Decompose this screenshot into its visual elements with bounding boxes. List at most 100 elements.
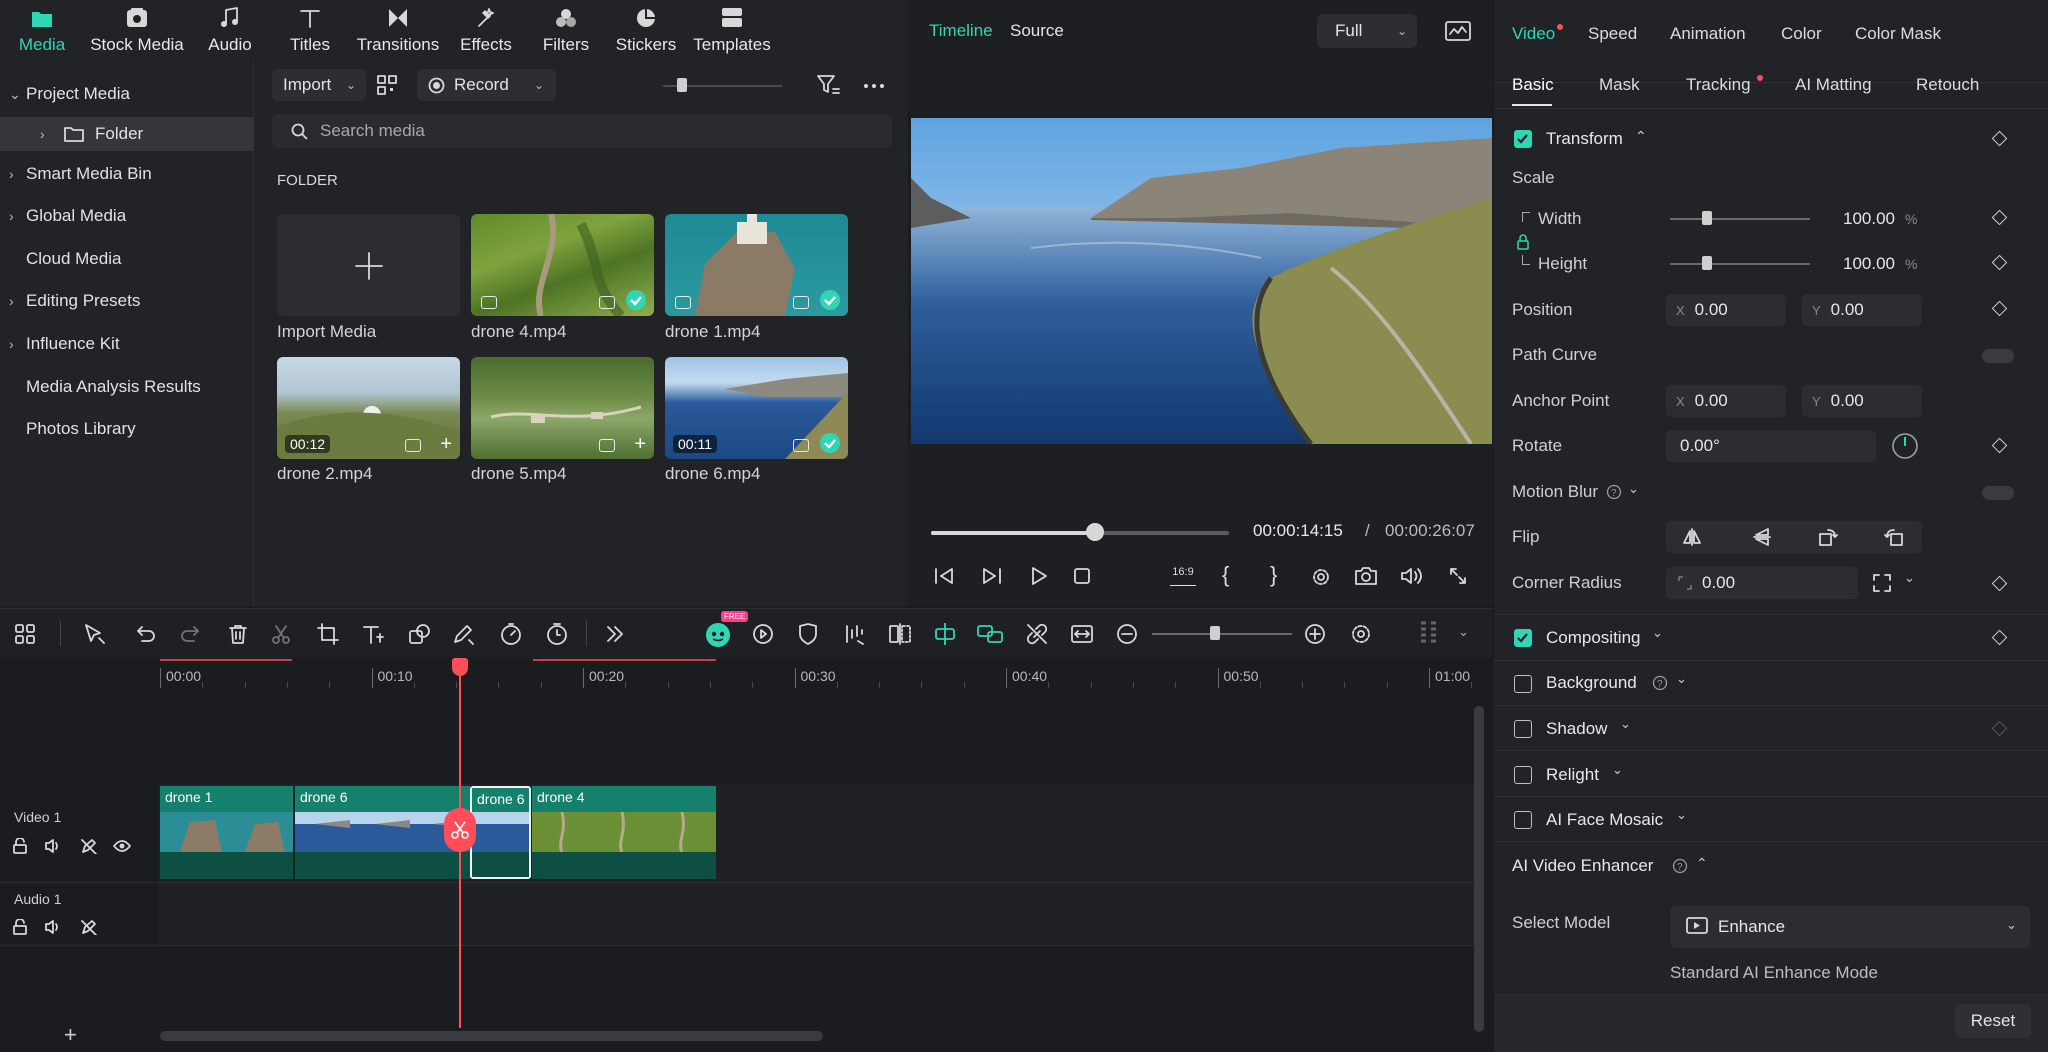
tab-stock-media[interactable]: Stock Media — [88, 6, 186, 55]
inspector-tab-animation[interactable]: Animation — [1670, 24, 1746, 44]
inspector-tab-speed[interactable]: Speed — [1588, 24, 1637, 44]
mark-out-icon[interactable]: } — [1270, 562, 1277, 588]
chevron-down-icon[interactable]: ⌄ — [1676, 807, 1687, 823]
help-icon[interactable]: ? — [1672, 858, 1688, 874]
play-frame-icon[interactable] — [981, 566, 1003, 586]
filter-icon[interactable] — [816, 74, 840, 96]
fit-timeline-icon[interactable] — [1070, 622, 1094, 646]
tab-transitions[interactable]: Transitions — [354, 6, 442, 55]
chevron-down-icon[interactable]: ⌄ — [1652, 625, 1663, 641]
subtab-basic[interactable]: Basic — [1512, 75, 1554, 95]
help-icon[interactable]: ? — [1652, 675, 1668, 691]
previous-frame-icon[interactable] — [933, 566, 955, 586]
lock-ratio-icon[interactable] — [1516, 234, 1530, 250]
chevron-down-icon[interactable]: ⌄ — [1904, 570, 1915, 586]
speed-ramp-icon[interactable] — [499, 622, 523, 646]
sidebar-item-folder[interactable]: › Folder — [0, 117, 254, 151]
mute-track-icon[interactable] — [44, 919, 62, 935]
split-scissors-icon[interactable] — [444, 808, 477, 852]
media-thumb-drone-1[interactable] — [665, 214, 848, 316]
text-tool-icon[interactable] — [361, 623, 385, 645]
subtab-mask[interactable]: Mask — [1599, 75, 1640, 95]
width-slider[interactable] — [1670, 218, 1810, 220]
tab-audio[interactable]: Audio — [205, 6, 255, 55]
zoom-slider[interactable] — [1152, 633, 1292, 635]
track-layout-icon[interactable] — [1418, 620, 1440, 646]
subtab-retouch[interactable]: Retouch — [1916, 75, 1979, 95]
position-y-field[interactable]: Y 0.00 — [1802, 294, 1922, 326]
transform-checkbox[interactable] — [1514, 130, 1532, 148]
timeline-clip-drone-4[interactable]: drone 4 — [532, 786, 716, 879]
add-track-icon[interactable]: + — [64, 1022, 77, 1048]
ai-copilot-icon[interactable] — [704, 620, 732, 648]
mirror-compare-icon[interactable] — [888, 622, 912, 646]
height-slider-knob[interactable] — [1702, 256, 1712, 270]
chevron-down-icon[interactable]: ⌄ — [1458, 624, 1469, 640]
play-icon[interactable] — [1029, 566, 1049, 586]
volume-icon[interactable] — [1400, 566, 1424, 586]
shield-icon[interactable] — [797, 622, 819, 646]
inspector-tab-color-mask[interactable]: Color Mask — [1855, 24, 1941, 44]
position-x-field[interactable]: X 0.00 — [1666, 294, 1786, 326]
disable-track-icon[interactable] — [80, 838, 98, 854]
chevron-up-icon[interactable]: ⌃ — [1635, 128, 1647, 145]
undo-icon[interactable] — [134, 623, 156, 645]
redo-icon[interactable] — [180, 623, 202, 645]
video-preview[interactable] — [911, 118, 1492, 444]
audio-sync-icon[interactable] — [843, 622, 867, 646]
sidebar-item-editing-presets[interactable]: › Editing Presets — [0, 284, 254, 318]
snapshot-camera-icon[interactable] — [1354, 566, 1378, 586]
background-checkbox[interactable] — [1514, 675, 1532, 693]
search-input[interactable]: Search media — [272, 114, 892, 148]
mute-track-icon[interactable] — [44, 838, 62, 854]
sidebar-item-media-analysis[interactable]: Media Analysis Results — [0, 370, 254, 404]
sidebar-item-influence-kit[interactable]: › Influence Kit — [0, 327, 254, 361]
tab-stickers[interactable]: Stickers — [612, 6, 680, 55]
fullscreen-icon[interactable] — [1448, 566, 1468, 586]
stop-icon[interactable] — [1074, 568, 1090, 584]
quality-dropdown[interactable]: Full ⌄ — [1317, 14, 1417, 48]
aspect-ratio-button[interactable]: 16:9 — [1170, 566, 1196, 586]
chevron-down-icon[interactable]: ⌄ — [1620, 716, 1631, 732]
audio-track-lane[interactable] — [158, 883, 1478, 945]
chevron-down-icon[interactable]: ⌄ — [1628, 481, 1639, 497]
subtab-tracking[interactable]: Tracking — [1686, 75, 1751, 95]
unlink-icon[interactable] — [1025, 622, 1049, 646]
waveform-monitor-icon[interactable] — [1444, 19, 1472, 43]
sidebar-item-project-media[interactable]: ⌄ Project Media — [0, 77, 254, 111]
thumbnail-size-knob[interactable] — [677, 78, 687, 92]
import-button[interactable]: Import ⌄ — [272, 69, 366, 101]
mark-in-icon[interactable]: { — [1222, 562, 1229, 588]
playback-scrubber[interactable] — [1085, 523, 1104, 541]
delete-trash-icon[interactable] — [227, 623, 249, 645]
auto-reframe-icon[interactable] — [751, 622, 775, 646]
add-icon[interactable]: + — [634, 434, 646, 454]
magnetic-snap-icon[interactable] — [932, 621, 958, 647]
tab-templates[interactable]: Templates — [690, 6, 774, 55]
zoom-out-icon[interactable] — [1116, 623, 1138, 645]
lock-track-icon[interactable] — [12, 838, 28, 854]
media-thumb-drone-4[interactable] — [471, 214, 654, 316]
sidebar-item-photos-library[interactable]: Photos Library — [0, 412, 254, 446]
lock-track-icon[interactable] — [12, 919, 28, 935]
tab-titles[interactable]: Titles — [285, 6, 335, 55]
media-thumb-drone-6[interactable]: 00:11 — [665, 357, 848, 459]
link-clips-icon[interactable] — [976, 621, 1004, 647]
shadow-checkbox[interactable] — [1514, 720, 1532, 738]
timeline-settings-gear-icon[interactable] — [1349, 622, 1373, 646]
anchor-y-field[interactable]: Y 0.00 — [1802, 385, 1922, 417]
corner-mode-icon[interactable] — [1873, 574, 1891, 592]
select-tool-icon[interactable] — [83, 623, 107, 645]
playhead-handle[interactable] — [452, 658, 469, 676]
vertical-scrollbar[interactable] — [1474, 706, 1484, 1032]
crop-icon[interactable] — [317, 623, 339, 645]
flip-vertical-icon[interactable] — [1752, 527, 1772, 547]
rotate-field[interactable]: 0.00° — [1666, 430, 1876, 462]
horizontal-scrollbar[interactable] — [160, 1031, 823, 1041]
import-media-card[interactable] — [277, 214, 460, 316]
anchor-x-field[interactable]: X 0.00 — [1666, 385, 1786, 417]
chevron-down-icon[interactable]: ⌄ — [1612, 762, 1623, 778]
height-slider[interactable] — [1670, 263, 1810, 265]
sidebar-item-smart-media-bin[interactable]: › Smart Media Bin — [0, 157, 254, 191]
media-thumb-drone-5[interactable]: + — [471, 357, 654, 459]
